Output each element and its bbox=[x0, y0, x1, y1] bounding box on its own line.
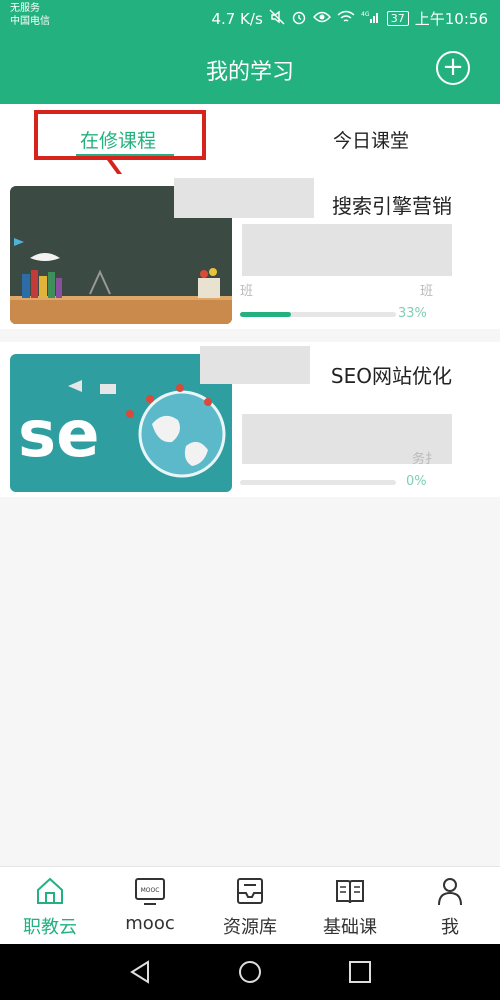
app-header: 我的学习 + bbox=[0, 36, 500, 104]
blurred-region bbox=[200, 346, 310, 384]
nav-label: mooc bbox=[125, 913, 175, 934]
progress-text: 0% bbox=[406, 474, 427, 489]
open-book-icon bbox=[336, 880, 364, 904]
seo-letters: se bbox=[18, 398, 100, 472]
annotation-highlight-box bbox=[34, 110, 206, 160]
nav-label: 基础课 bbox=[323, 917, 377, 938]
tab-today-class[interactable]: 今日课堂 bbox=[333, 126, 409, 153]
wifi-icon bbox=[337, 10, 355, 28]
recent-apps-icon[interactable] bbox=[346, 958, 374, 986]
course-thumbnail[interactable]: se bbox=[10, 354, 232, 492]
page-title: 我的学习 bbox=[205, 60, 294, 85]
course-class-left: 班 bbox=[240, 284, 254, 299]
home-button-icon[interactable] bbox=[236, 958, 264, 986]
progress-fill bbox=[240, 312, 292, 317]
system-navigation-bar bbox=[0, 944, 500, 1000]
inbox-tray-icon bbox=[237, 878, 263, 904]
progress-bar bbox=[240, 480, 396, 485]
mooc-icon-text: MOOC bbox=[141, 887, 160, 894]
nav-item-basic-course[interactable]: 基础课 bbox=[300, 875, 400, 939]
add-course-button[interactable]: + bbox=[436, 51, 470, 85]
clock: 上午10:56 bbox=[414, 10, 488, 28]
nav-item-mooc[interactable]: MOOC mooc bbox=[100, 875, 200, 934]
plus-circle-icon: + bbox=[442, 52, 464, 82]
nav-label: 职教云 bbox=[23, 917, 77, 938]
nav-label: 资源库 bbox=[223, 917, 277, 938]
alarm-icon bbox=[291, 9, 307, 29]
status-bar: 无服务 中国电信 4.7 K/s 4G 37 上午10:56 bbox=[0, 0, 500, 36]
blurred-region bbox=[174, 178, 314, 218]
person-icon bbox=[438, 878, 462, 906]
signal-label: 4G bbox=[361, 11, 370, 18]
progress-bar bbox=[240, 312, 396, 317]
battery-indicator: 37 bbox=[386, 11, 409, 26]
home-icon bbox=[37, 877, 63, 904]
bottom-navigation: 职教云 MOOC mooc 资源库 基础课 我 bbox=[0, 866, 500, 945]
mute-icon bbox=[269, 9, 285, 29]
progress-text: 33% bbox=[398, 306, 427, 321]
mooc-monitor-icon: MOOC bbox=[135, 878, 165, 905]
carrier-name: 中国电信 bbox=[10, 16, 50, 27]
carrier-info: 无服务 中国电信 bbox=[10, 2, 50, 28]
nav-item-zhijiaoyun[interactable]: 职教云 bbox=[0, 875, 100, 939]
nav-item-resource[interactable]: 资源库 bbox=[200, 875, 300, 939]
nav-item-me[interactable]: 我 bbox=[400, 875, 500, 939]
signal-icon: 4G bbox=[361, 10, 381, 28]
course-class-right: 班 bbox=[420, 284, 434, 299]
back-icon[interactable] bbox=[126, 958, 154, 986]
service-text: 无服务 bbox=[10, 3, 40, 14]
course-card[interactable]: se SEO网站优化 务扌 0% bbox=[0, 342, 500, 497]
blurred-region bbox=[242, 224, 452, 276]
course-card[interactable]: 搜索引擎营销 班 班 33% bbox=[0, 174, 500, 329]
network-speed: 4.7 K/s bbox=[211, 9, 263, 28]
eye-icon bbox=[312, 10, 331, 28]
course-title: 搜索引擎营销 bbox=[332, 194, 452, 218]
nav-label: 我 bbox=[441, 917, 459, 938]
seo-globe-illustration: se bbox=[10, 354, 232, 492]
course-class-right: 务扌 bbox=[412, 452, 439, 467]
status-icons: 4.7 K/s 4G 37 上午10:56 bbox=[211, 8, 488, 29]
course-title: SEO网站优化 bbox=[330, 364, 452, 388]
